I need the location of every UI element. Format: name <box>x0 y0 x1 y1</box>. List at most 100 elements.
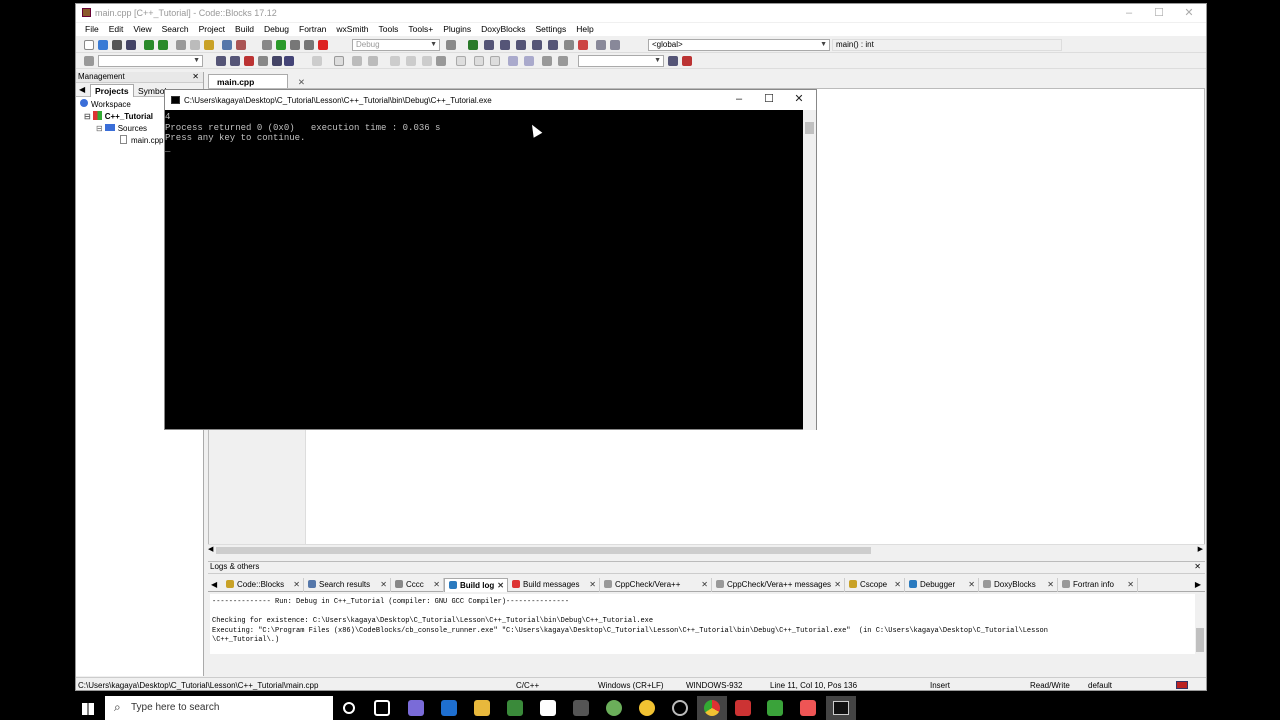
close-button[interactable]: ✕ <box>1174 6 1204 20</box>
log-vscrollbar[interactable] <box>1195 594 1205 664</box>
pointer-icon[interactable] <box>312 56 322 66</box>
app-icon-4[interactable] <box>672 700 688 716</box>
tab-scroll-left-icon[interactable]: ◀ <box>79 85 85 94</box>
select-icon[interactable] <box>258 56 268 66</box>
highlight-icon[interactable] <box>244 56 254 66</box>
log-tab-code-blocks[interactable]: Code::Blocks ✕ <box>222 578 304 592</box>
menu-item-edit[interactable]: Edit <box>104 23 129 36</box>
menu-item-build[interactable]: Build <box>230 23 259 36</box>
box3-icon[interactable] <box>490 56 500 66</box>
scope-select[interactable]: <global> ▼ <box>648 39 830 51</box>
save-all-icon[interactable] <box>126 40 136 50</box>
menu-item-debug[interactable]: Debug <box>259 23 294 36</box>
paste-icon[interactable] <box>204 40 214 50</box>
log-tab-cppcheck-vera-messages[interactable]: CppCheck/Vera++ messages ✕ <box>712 578 845 592</box>
tab-projects[interactable]: Projects <box>90 84 134 97</box>
find-icon[interactable] <box>222 40 232 50</box>
rebuild-icon[interactable] <box>304 40 314 50</box>
menu-item-tools-[interactable]: Tools+ <box>403 23 438 36</box>
rect-icon[interactable] <box>334 56 344 66</box>
log-tab-close-icon[interactable]: ✕ <box>497 581 504 590</box>
menu-item-fortran[interactable]: Fortran <box>294 23 331 36</box>
open-icon[interactable] <box>98 40 108 50</box>
log-tab-close-icon[interactable]: ✕ <box>1047 580 1054 589</box>
edge-icon[interactable] <box>441 700 457 716</box>
app-icon-5[interactable] <box>735 700 751 716</box>
collapse-icon[interactable]: ⊟ <box>96 124 103 133</box>
menu-item-project[interactable]: Project <box>194 23 230 36</box>
editor-tab-close-icon[interactable]: ✕ <box>298 77 305 88</box>
bookmark-icon[interactable] <box>272 56 282 66</box>
step-out-icon[interactable] <box>532 40 542 50</box>
app-icon-2[interactable] <box>573 700 589 716</box>
break-icon[interactable] <box>564 40 574 50</box>
tree-project[interactable]: ⊟ C++_Tutorial <box>84 111 153 123</box>
save-icon[interactable] <box>112 40 122 50</box>
tree-workspace[interactable]: Workspace <box>80 99 131 111</box>
function-select[interactable]: main() : int <box>832 39 1062 51</box>
zoom-out-icon[interactable] <box>524 56 534 66</box>
log-tab-close-icon[interactable]: ✕ <box>968 580 975 589</box>
log-tabs-left-icon[interactable]: ◀ <box>211 580 217 589</box>
app-icon-6[interactable] <box>767 700 783 716</box>
doxy-config-icon[interactable] <box>682 56 692 66</box>
align-icon[interactable] <box>390 56 400 66</box>
log-tab-build-log[interactable]: Build log ✕ <box>444 578 508 592</box>
log-tab-close-icon[interactable]: ✕ <box>433 580 440 589</box>
management-close-icon[interactable]: ✕ <box>192 72 199 81</box>
collapse-icon[interactable]: ⊟ <box>84 112 91 121</box>
zoom-in-icon[interactable] <box>508 56 518 66</box>
doxy-run-icon[interactable] <box>668 56 678 66</box>
undo-icon[interactable] <box>144 40 154 50</box>
log-tab-cppcheck-vera-[interactable]: CppCheck/Vera++ ✕ <box>600 578 712 592</box>
app-icon-1[interactable] <box>408 700 424 716</box>
log-tab-debugger[interactable]: Debugger ✕ <box>905 578 979 592</box>
menu-item-doxyblocks[interactable]: DoxyBlocks <box>476 23 530 36</box>
app-icon-3[interactable] <box>639 700 655 716</box>
build-run-icon[interactable] <box>290 40 300 50</box>
next-instruction-icon[interactable] <box>548 40 558 50</box>
task-view-icon[interactable] <box>374 700 390 716</box>
box2-icon[interactable] <box>474 56 484 66</box>
log-tab-close-icon[interactable]: ✕ <box>380 580 387 589</box>
menu-item-search[interactable]: Search <box>157 23 194 36</box>
console-minimize-button[interactable]: – <box>724 90 754 110</box>
console-close-button[interactable]: ✕ <box>784 90 814 110</box>
abort-icon[interactable] <box>318 40 328 50</box>
scroll-right-icon[interactable]: ▶ <box>1198 545 1203 553</box>
log-tab-close-icon[interactable]: ✕ <box>834 580 841 589</box>
log-scroll-thumb[interactable] <box>1196 628 1204 652</box>
stop-debug-icon[interactable] <box>578 40 588 50</box>
redo-icon[interactable] <box>158 40 168 50</box>
tree-folder[interactable]: ⊟ Sources <box>96 123 147 135</box>
tree-file[interactable]: main.cpp <box>120 135 163 147</box>
logs-close-icon[interactable]: ✕ <box>1194 562 1201 571</box>
editor-hscrollbar[interactable]: ◀ ▶ <box>208 544 1205 555</box>
log-tab-close-icon[interactable]: ✕ <box>293 580 300 589</box>
log-tab-fortran-info[interactable]: Fortran info ✕ <box>1058 578 1138 592</box>
cut-icon[interactable] <box>176 40 186 50</box>
taskbar-search-input[interactable]: ⌕ Type here to search <box>105 696 333 720</box>
info-icon[interactable] <box>610 40 620 50</box>
align3-icon[interactable] <box>422 56 432 66</box>
debug-windows-icon[interactable] <box>596 40 606 50</box>
cortana-icon[interactable] <box>343 702 355 714</box>
menu-item-plugins[interactable]: Plugins <box>438 23 476 36</box>
panel-icon[interactable] <box>368 56 378 66</box>
new-file-icon[interactable] <box>84 40 94 50</box>
copy-icon[interactable] <box>190 40 200 50</box>
log-tab-cccc[interactable]: Cccc ✕ <box>391 578 444 592</box>
step-icon[interactable] <box>446 40 456 50</box>
console-output[interactable]: 4 Process returned 0 (0x0) execution time… <box>165 110 803 430</box>
jump-back-icon[interactable] <box>216 56 226 66</box>
log-tab-close-icon[interactable]: ✕ <box>894 580 901 589</box>
align2-icon[interactable] <box>406 56 416 66</box>
run-icon[interactable] <box>276 40 286 50</box>
log-tab-doxyblocks[interactable]: DoxyBlocks ✕ <box>979 578 1058 592</box>
step-into-icon[interactable] <box>516 40 526 50</box>
search-combo[interactable]: ▼ <box>98 55 203 67</box>
refresh-icon[interactable] <box>558 56 568 66</box>
menu-item-tools[interactable]: Tools <box>374 23 404 36</box>
menu-item-help[interactable]: Help <box>571 23 598 36</box>
log-tab-cscope[interactable]: Cscope ✕ <box>845 578 905 592</box>
